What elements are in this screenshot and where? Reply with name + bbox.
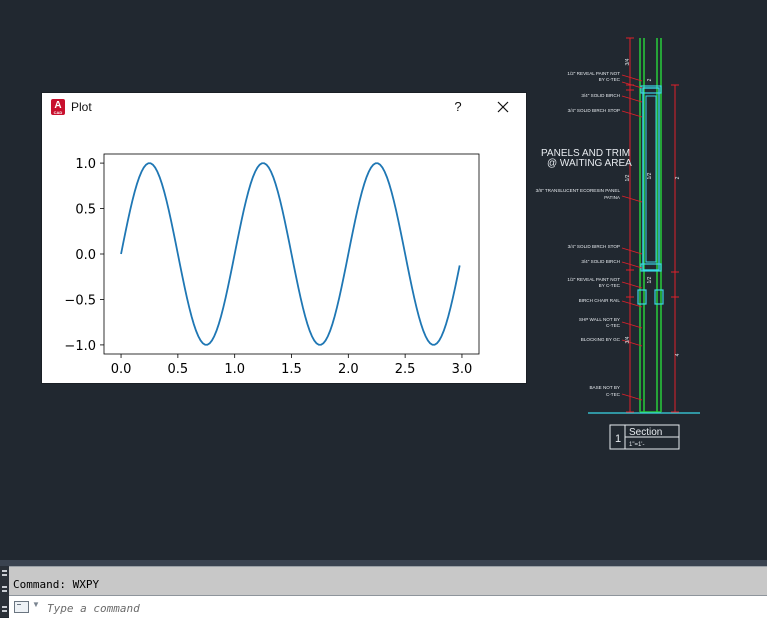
x-tick-label: 3.0 — [452, 362, 473, 377]
callout-label: BY C-TEC — [599, 77, 621, 82]
x-axis-ticks: 0.0 0.5 1.0 1.5 2.0 2.5 3.0 — [111, 354, 473, 377]
plot-figure: 0.0 0.5 1.0 1.5 2.0 2.5 3.0 1.0 0.5 0.0 −0.5 −1.0 — [64, 153, 480, 377]
dimension-label: 1/2 — [647, 276, 653, 283]
callout-label: 3/4" SOLID BIRCH — [581, 93, 620, 98]
callout-label: 3/4" SOLID BIRCH STOP — [568, 244, 620, 249]
leader-line — [621, 110, 643, 118]
y-tick-label: 0.0 — [75, 248, 96, 263]
command-history: Command: WXPY — [9, 566, 767, 595]
dimension-label: 2 — [647, 78, 653, 81]
command-window-grip[interactable] — [0, 566, 9, 617]
callout-label: 3/4" SOLID BIRCH — [581, 259, 620, 264]
callout-label: 3/4" SOLID BIRCH STOP — [568, 108, 620, 113]
section-number: 1 — [615, 433, 621, 445]
dimension-label: 3/4 — [625, 336, 631, 343]
section-title-block: 1 Section 1"=1'- — [609, 424, 680, 450]
dimension-label: 1/2 — [625, 174, 631, 181]
y-tick-label: −0.5 — [64, 293, 96, 308]
leader-line — [621, 281, 643, 289]
dimension-label: 1/2 — [647, 172, 653, 179]
leader-line — [621, 393, 643, 401]
dimension-label: 2 — [675, 176, 681, 179]
section-scale: 1"=1'- — [629, 442, 644, 448]
command-prompt-icon[interactable] — [14, 601, 29, 613]
plot-dialog[interactable]: A CAD Plot ? 0.0 0.5 1.0 1.5 2.0 2.5 3.0 1.0 0.… — [42, 93, 526, 383]
close-icon — [497, 101, 509, 113]
app-icon-sub: CAD — [53, 110, 63, 115]
leader-line — [621, 247, 643, 255]
section-label: Section — [629, 427, 662, 438]
command-history-line: Command: WXPY — [13, 578, 100, 591]
dimension-labels: 3/4 2 1/2 1/2 2 1/2 3/4 4 — [625, 58, 681, 356]
leader-line — [621, 95, 643, 103]
dimension-label: 4 — [675, 353, 681, 356]
callout-label: BLOCKING BY GC — [581, 337, 621, 342]
series-line — [120, 162, 461, 346]
leader-line — [621, 321, 643, 329]
x-tick-label: 1.5 — [281, 362, 302, 377]
x-tick-label: 2.5 — [395, 362, 416, 377]
plot-title: Plot — [71, 100, 92, 114]
leader-line — [621, 74, 643, 82]
callout-label: 3/8" TRANSLUCENT ECORESIN PANEL — [536, 188, 621, 193]
drawing-subtitle: @ WAITING AREA — [547, 158, 632, 169]
leader-line — [621, 261, 643, 269]
y-axis-ticks: 1.0 0.5 0.0 −0.5 −1.0 — [64, 157, 104, 354]
callout-label: BASE NOT BY — [589, 385, 620, 390]
leader-line — [621, 81, 643, 89]
help-button[interactable]: ? — [447, 96, 469, 118]
y-tick-label: −1.0 — [64, 339, 96, 354]
leader-line — [621, 195, 643, 203]
plot-titlebar[interactable]: A CAD Plot ? — [42, 93, 526, 123]
callout-label: PATINA — [604, 195, 621, 200]
callout-label: 1/2" REVEAL PAINT NOT — [567, 71, 620, 76]
callout-label: SHP WALL NOT BY — [579, 317, 620, 322]
autocad-app-icon: A CAD — [51, 99, 65, 115]
command-input[interactable] — [45, 598, 649, 618]
command-line[interactable]: ▼ — [9, 595, 767, 618]
y-tick-label: 0.5 — [75, 203, 96, 218]
callout-label: C-TEC — [606, 323, 621, 328]
x-tick-label: 2.0 — [338, 362, 359, 377]
chevron-down-icon[interactable]: ▼ — [32, 600, 40, 609]
callout-label: C-TEC — [606, 392, 621, 397]
callout-label: 1/2" REVEAL PAINT NOT — [567, 277, 620, 282]
dimension-label: 3/4 — [625, 58, 631, 65]
x-tick-label: 1.0 — [224, 362, 245, 377]
x-tick-label: 0.0 — [111, 362, 132, 377]
close-button[interactable] — [491, 96, 515, 118]
y-tick-label: 1.0 — [75, 157, 96, 172]
callout-label: BIRCH CHAIR RAIL — [579, 298, 621, 303]
callout-label: BY C-TEC — [599, 283, 621, 288]
x-tick-label: 0.5 — [168, 362, 189, 377]
callout-labels: 1/2" REVEAL PAINT NOTBY C-TEC3/4" SOLID … — [536, 71, 621, 397]
